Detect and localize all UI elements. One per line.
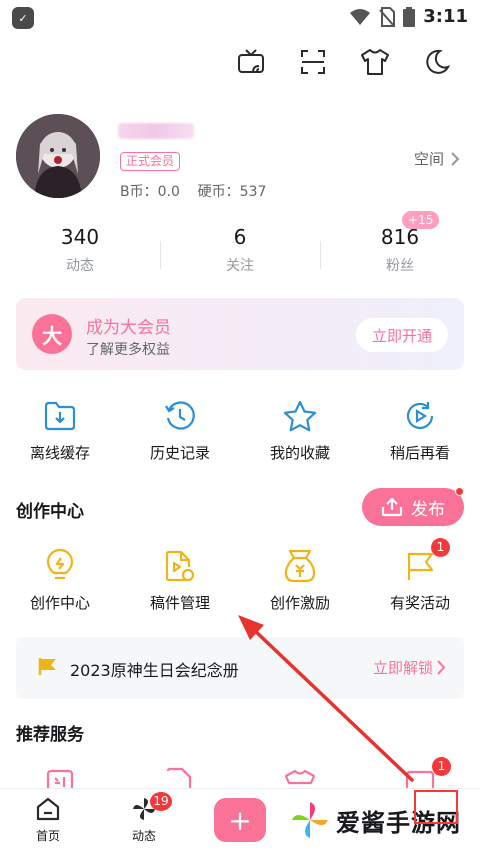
- quick-watch-later[interactable]: 稍后再看: [360, 398, 480, 463]
- no-sim-icon: [379, 6, 396, 27]
- home-icon: [36, 797, 60, 821]
- quick-offline-cache[interactable]: 离线缓存: [0, 398, 120, 463]
- creator-items: 创作中心 稿件管理 创作激励 有奖活动: [0, 548, 480, 613]
- creator-center[interactable]: 创作中心: [0, 548, 120, 613]
- fans-increase-badge: +15: [402, 211, 440, 229]
- tab-home[interactable]: 首页: [18, 797, 78, 844]
- battery-icon: [403, 6, 416, 27]
- status-time: 3:11: [423, 6, 468, 27]
- dynamic-badge: 19: [150, 792, 172, 811]
- quick-label: 离线缓存: [29, 444, 90, 462]
- stat-number: 6: [233, 225, 247, 249]
- publish-button[interactable]: 发布: [362, 488, 464, 526]
- quick-label: 稍后再看: [389, 444, 450, 462]
- status-right-group: 3:11: [349, 6, 468, 27]
- quick-history[interactable]: 历史记录: [120, 398, 240, 463]
- vip-logo-icon: 大: [32, 314, 72, 354]
- recommended-section-title: 推荐服务: [16, 725, 84, 745]
- username-blurred: [118, 123, 194, 139]
- chevron-right-icon: [437, 660, 446, 675]
- banner-unlock-link[interactable]: 立即解锁: [373, 657, 446, 678]
- quick-label: 我的收藏: [269, 444, 330, 462]
- download-folder-icon: [44, 401, 76, 431]
- wifi-icon: [350, 8, 371, 25]
- cast-tv-icon[interactable]: [220, 44, 282, 80]
- publish-notification-dot: [455, 487, 464, 496]
- yellow-flag-icon: [38, 658, 56, 675]
- scan-icon[interactable]: [282, 44, 344, 80]
- creator-label: 有奖活动: [389, 594, 450, 612]
- stat-number: 816: [380, 225, 420, 249]
- stat-number: 340: [60, 225, 100, 249]
- night-mode-icon[interactable]: [406, 44, 468, 80]
- vip-title: 成为大会员: [86, 318, 171, 338]
- top-toolbar: [220, 44, 468, 80]
- chevron-right-icon: [451, 151, 460, 166]
- space-label: 空间: [413, 150, 444, 168]
- history-clock-icon: [165, 401, 195, 430]
- lightbulb-icon: [46, 549, 74, 580]
- creator-incentive[interactable]: 创作激励: [240, 548, 360, 613]
- app-notification-icon: ✓: [12, 7, 34, 29]
- stat-label: 关注: [226, 258, 254, 274]
- stat-following[interactable]: 6 关注: [160, 225, 320, 285]
- create-plus-button[interactable]: +: [214, 798, 266, 842]
- creator-label: 稿件管理: [149, 594, 210, 612]
- vip-promo-card[interactable]: 大 成为大会员 了解更多权益 立即开通: [16, 298, 464, 370]
- avatar[interactable]: [16, 114, 100, 198]
- pinwheel-logo-icon: [292, 802, 328, 838]
- stat-fans[interactable]: 816 粉丝: [320, 225, 480, 285]
- coins-info: B币：0.0 硬币：537: [120, 184, 267, 200]
- star-icon: [283, 400, 317, 432]
- money-bag-icon: [284, 549, 316, 583]
- creator-events[interactable]: 有奖活动: [360, 548, 480, 613]
- services-badge: 1: [432, 757, 451, 776]
- manuscript-icon: [165, 550, 195, 582]
- banner-link-label: 立即解锁: [372, 659, 433, 677]
- banner-text: 2023原神生日会纪念册: [70, 661, 239, 680]
- genshin-banner[interactable]: 2023原神生日会纪念册 立即解锁: [16, 637, 464, 699]
- vip-open-button[interactable]: 立即开通: [356, 318, 448, 352]
- creator-label: 创作激励: [269, 594, 330, 612]
- upload-icon: [381, 497, 403, 517]
- stats-row: 340 动态 6 关注 816 粉丝: [0, 225, 480, 285]
- creator-manuscripts[interactable]: 稿件管理: [120, 548, 240, 613]
- quick-favorites[interactable]: 我的收藏: [240, 398, 360, 463]
- watch-later-icon: [406, 402, 434, 429]
- status-bar: ✓ 3:11: [0, 0, 480, 34]
- tab-dynamic-label: 动态: [131, 829, 156, 843]
- vip-subtitle: 了解更多权益: [86, 342, 170, 358]
- creator-label: 创作中心: [29, 594, 90, 612]
- highlight-box: [414, 790, 458, 824]
- creator-section-title: 创作中心: [16, 502, 84, 522]
- stat-label: 动态: [66, 258, 94, 274]
- quick-actions: 离线缓存 历史记录 我的收藏 稍后再看: [0, 398, 480, 463]
- space-link[interactable]: 空间: [414, 148, 460, 169]
- vip-status-badge: 正式会员: [120, 152, 181, 171]
- outfit-icon[interactable]: [344, 44, 406, 80]
- tab-home-label: 首页: [35, 829, 60, 843]
- stat-label: 粉丝: [386, 258, 414, 274]
- events-badge: 1: [431, 538, 450, 557]
- quick-label: 历史记录: [149, 444, 210, 462]
- flag-icon: [407, 552, 434, 580]
- stat-dynamics[interactable]: 340 动态: [0, 225, 160, 285]
- publish-label: 发布: [411, 499, 445, 520]
